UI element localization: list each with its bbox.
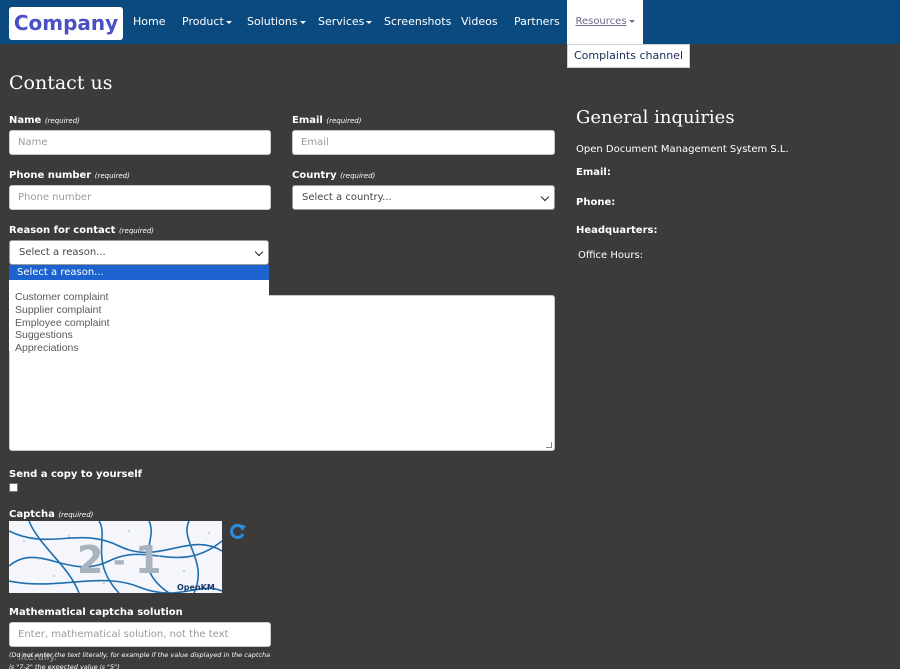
captcha-label: Captcha (required): [9, 509, 94, 520]
page-title: Contact us: [9, 72, 113, 94]
headquarters-label: Headquarters:: [576, 225, 658, 236]
company-logo[interactable]: Company: [9, 7, 123, 40]
reason-dropdown-list: Select a reason... Customer complaint Su…: [9, 265, 269, 354]
svg-text:-: -: [113, 544, 125, 579]
nav-partners[interactable]: Partners: [514, 0, 560, 44]
reason-option-selected[interactable]: Select a reason...: [9, 265, 269, 280]
navbar: Company Home Product Solutions Services …: [0, 0, 900, 44]
reason-option-employee[interactable]: Employee complaint: [9, 317, 269, 330]
email-label: Email (required): [292, 115, 362, 126]
caret-down-icon: [366, 20, 373, 24]
nav-screenshots[interactable]: Screenshots: [384, 0, 451, 44]
svg-text:OpenKM: OpenKM: [177, 583, 215, 592]
reason-option-customer[interactable]: Customer complaint: [9, 291, 269, 304]
copy-label: Send a copy to yourself: [9, 469, 143, 480]
caret-down-icon: [299, 20, 306, 24]
reason-option-supplier[interactable]: Supplier complaint: [9, 304, 269, 317]
refresh-captcha-icon[interactable]: [227, 522, 247, 542]
country-label: Country (required): [292, 170, 376, 181]
phone-info-label: Phone:: [576, 197, 616, 208]
svg-text:2: 2: [77, 538, 103, 582]
captcha-noise: 2 - 1 OpenKM: [9, 521, 222, 593]
chevron-down-icon: [254, 247, 264, 257]
sidebar-title: General inquiries: [576, 107, 735, 128]
name-field[interactable]: Name: [9, 130, 271, 155]
caret-down-icon: [628, 19, 635, 23]
chevron-down-icon: [540, 192, 550, 202]
reason-option-blank[interactable]: [9, 280, 269, 291]
reason-option-appreciations[interactable]: Appreciations: [9, 342, 269, 355]
reason-select[interactable]: Select a reason...: [9, 240, 269, 265]
submenu-complaints-channel[interactable]: Complaints channel: [567, 44, 690, 68]
nav-solutions[interactable]: Solutions: [247, 0, 306, 44]
math-solution-field[interactable]: Enter, mathematical solution, not the te…: [9, 622, 271, 663]
svg-text:1: 1: [135, 538, 161, 582]
nav-product[interactable]: Product: [182, 0, 232, 44]
nav-videos[interactable]: Videos: [461, 0, 498, 44]
reason-option-suggestions[interactable]: Suggestions: [9, 329, 269, 342]
nav-home[interactable]: Home: [133, 0, 165, 44]
copy-checkbox[interactable]: [9, 483, 18, 492]
math-note: (Do not enter the text literally, for ex…: [9, 651, 271, 669]
nav-resources[interactable]: Resources: [567, 0, 643, 44]
phone-label: Phone number (required): [9, 170, 130, 181]
math-label: Mathematical captcha solution: [9, 607, 183, 618]
phone-field[interactable]: Phone number: [9, 185, 271, 210]
name-label: Name (required): [9, 115, 80, 126]
country-select[interactable]: Select a country...: [292, 185, 555, 210]
reason-label: Reason for contact (required): [9, 225, 155, 236]
captcha-image: 2 - 1 OpenKM: [9, 521, 222, 593]
email-field[interactable]: Email: [292, 130, 555, 155]
company-name: Open Document Management System S.L.: [576, 144, 789, 155]
resize-handle-icon[interactable]: [546, 442, 552, 448]
office-hours-label: Office Hours:: [578, 250, 644, 261]
caret-down-icon: [225, 20, 232, 24]
email-info-label: Email:: [576, 167, 611, 178]
nav-services[interactable]: Services: [318, 0, 373, 44]
